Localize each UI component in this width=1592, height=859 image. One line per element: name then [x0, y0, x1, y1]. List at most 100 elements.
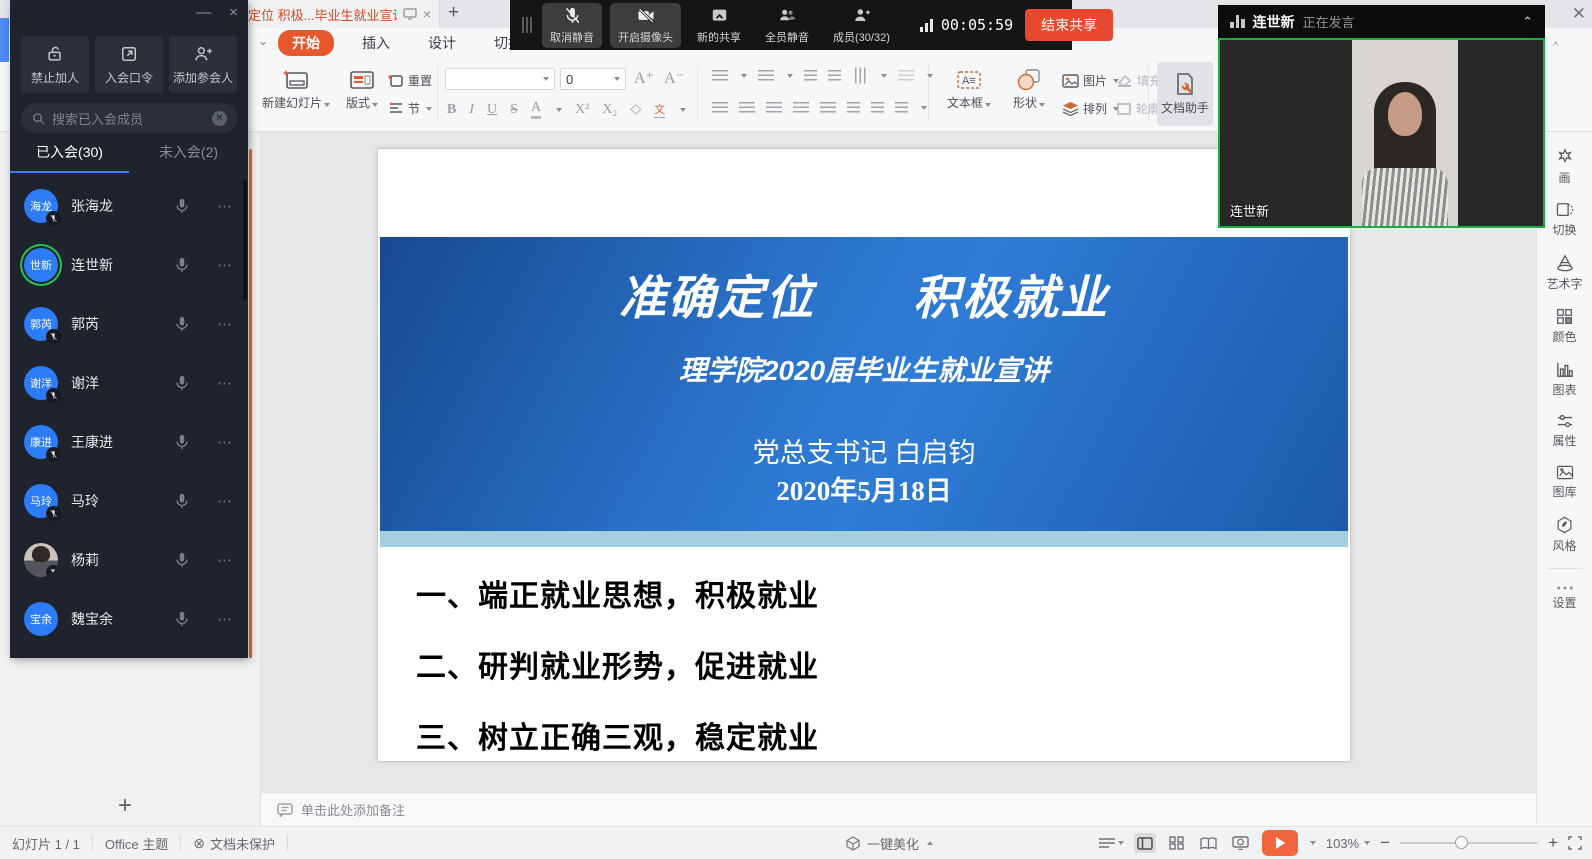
document-assistant-button[interactable]: 文档助手 — [1157, 62, 1213, 126]
participant-row[interactable]: 海龙 张海龙 ⋯ — [10, 176, 248, 235]
meeting-button-members[interactable]: 成员(30/32) — [825, 3, 898, 48]
toolbar-item-wordart[interactable]: 艺术字 — [1537, 254, 1592, 292]
clear-format-icon[interactable]: ◇ — [630, 101, 641, 118]
font-size-select[interactable]: 0 — [560, 68, 626, 90]
add-slide-button[interactable]: + — [118, 792, 132, 820]
shapes-button[interactable]: 形状 — [1006, 66, 1052, 111]
one-click-beautify-button[interactable]: 一键美化 — [845, 834, 933, 853]
more-options-icon[interactable]: ⋯ — [217, 492, 234, 510]
meeting-button-mic-muted[interactable]: 取消静音 — [542, 3, 602, 48]
new-tab-button[interactable]: + — [448, 2, 459, 24]
arrange-button[interactable]: 排列 — [1062, 100, 1119, 117]
document-tab[interactable]: 定位 积极...毕业生就业宣讲 × — [240, 0, 440, 28]
mic-icon[interactable] — [173, 551, 191, 569]
italic-button[interactable]: I — [469, 102, 474, 118]
more-options-icon[interactable]: ⋯ — [217, 610, 234, 628]
section-button[interactable]: 节 — [388, 100, 432, 117]
font-name-select[interactable] — [445, 68, 555, 90]
grow-font-button[interactable]: A⁺ — [634, 68, 654, 88]
document-tab-close-icon[interactable]: × — [423, 6, 431, 22]
ribbon-collapse-caret[interactable]: ^ — [1553, 40, 1558, 52]
slide-canvas[interactable]: 准确定位 积极就业 理学院2020届毕业生就业宣讲 党总支书记 白启钧 2020… — [377, 148, 1351, 762]
participant-row[interactable]: 宝余 魏宝余 ⋯ — [10, 589, 248, 648]
play-options-caret[interactable] — [1310, 841, 1316, 845]
speaker-video-window[interactable]: 连世新 正在发言 ⌃ 连世新 — [1218, 5, 1545, 228]
picture-button[interactable]: 图片 — [1062, 72, 1119, 89]
meeting-button-camera-off[interactable]: 开启摄像头 — [610, 3, 681, 48]
zoom-out-button[interactable]: − — [1380, 833, 1390, 853]
layout-button[interactable]: 版式 — [336, 66, 388, 111]
drag-handle-icon[interactable] — [522, 17, 532, 33]
zoom-in-button[interactable]: + — [1548, 833, 1558, 853]
end-share-button[interactable]: 结束共享 — [1025, 9, 1113, 41]
strikethrough-button[interactable]: S — [510, 102, 518, 118]
tab-not-joined[interactable]: 未入会(2) — [129, 142, 248, 173]
subscript-button[interactable]: X₂ — [602, 102, 617, 118]
video-window-header[interactable]: 连世新 正在发言 ⌃ — [1218, 5, 1545, 38]
theme-name[interactable]: Office 主题 — [105, 834, 168, 853]
superscript-button[interactable]: X² — [575, 102, 589, 118]
wps-close-icon[interactable]: ✕ — [1572, 4, 1586, 24]
zoom-slider-thumb[interactable] — [1455, 836, 1468, 849]
paragraph-icons-row1[interactable] — [712, 70, 933, 81]
mic-icon[interactable] — [173, 197, 191, 215]
mic-icon[interactable] — [173, 433, 191, 451]
play-slideshow-button[interactable] — [1262, 830, 1298, 856]
participant-row[interactable]: 康进 王康进 ⋯ — [10, 412, 248, 471]
more-options-icon[interactable]: ⋯ — [217, 315, 234, 333]
wps-home-button-sliver[interactable] — [0, 18, 9, 62]
more-options-icon[interactable]: ⋯ — [217, 551, 234, 569]
zoom-level-control[interactable]: 103% — [1326, 836, 1370, 851]
add-participant-button[interactable]: 添加参会人 — [169, 36, 237, 93]
participant-row[interactable]: 郭芮 郭芮 ⋯ — [10, 294, 248, 353]
slide-sorter-view-button[interactable] — [1166, 833, 1188, 853]
zoom-slider[interactable] — [1400, 842, 1538, 844]
reset-button[interactable]: 重置 — [388, 72, 432, 89]
bold-button[interactable]: B — [447, 102, 456, 118]
collapse-video-icon[interactable]: ⌃ — [1522, 14, 1533, 30]
participant-list-scrollbar[interactable] — [243, 180, 247, 300]
slideshow-view-button[interactable] — [1230, 833, 1252, 853]
ribbon-tab-insert[interactable]: 插入 — [352, 31, 400, 55]
forbid-join-button[interactable]: 禁止加人 — [21, 36, 89, 93]
search-clear-icon[interactable]: ✕ — [212, 111, 227, 126]
new-slide-button[interactable]: 新建幻灯片 — [258, 66, 334, 111]
font-color-button[interactable]: A — [531, 100, 541, 119]
panel-minimize-icon[interactable]: — — [196, 4, 211, 21]
meeting-button-share-screen[interactable]: 新的共享 — [689, 3, 749, 48]
notes-bar[interactable]: 单击此处添加备注 — [261, 792, 1536, 826]
reading-view-button[interactable] — [1198, 833, 1220, 853]
panel-close-icon[interactable]: × — [229, 4, 238, 21]
mic-icon[interactable] — [173, 610, 191, 628]
fit-to-window-icon[interactable] — [1568, 836, 1582, 850]
toolbar-item-sliders[interactable]: 属性 — [1537, 414, 1592, 449]
more-options-icon[interactable]: ⋯ — [217, 374, 234, 392]
notes-toggle-icon[interactable] — [1098, 837, 1124, 849]
ribbon-tab-design[interactable]: 设计 — [418, 31, 466, 55]
ribbon-more-icon[interactable]: ⌄ — [258, 34, 268, 48]
mic-icon[interactable] — [173, 256, 191, 274]
ribbon-tab-home[interactable]: 开始 — [278, 30, 334, 56]
participant-search-input[interactable]: 搜索已入会成员 ✕ — [21, 103, 237, 133]
pinyin-guide-button[interactable]: 文 — [654, 101, 665, 118]
protection-status[interactable]: 文档未保护 — [210, 834, 275, 853]
toolbar-item-color-grid[interactable]: 颜色 — [1537, 308, 1592, 345]
participant-row[interactable]: 马玲 马玲 ⋯ — [10, 471, 248, 530]
meeting-button-mute-all[interactable]: 全员静音 — [757, 3, 817, 48]
mic-icon[interactable] — [173, 374, 191, 392]
participant-row[interactable]: 世新 连世新 ⋯ — [10, 235, 248, 294]
toolbar-item-style[interactable]: 风格 — [1537, 516, 1592, 554]
more-options-icon[interactable]: ⋯ — [217, 256, 234, 274]
more-options-icon[interactable]: ⋯ — [217, 433, 234, 451]
shrink-font-button[interactable]: A⁻ — [664, 68, 684, 88]
toolbar-item-dots[interactable]: 设置 — [1537, 585, 1592, 611]
toolbar-item-chart[interactable]: 图表 — [1537, 361, 1592, 398]
participant-row[interactable]: 杨莉 ⋯ — [10, 530, 248, 589]
mic-icon[interactable] — [173, 315, 191, 333]
mic-icon[interactable] — [173, 492, 191, 510]
toolbar-item-star[interactable]: 画 — [1537, 148, 1592, 186]
toolbar-item-transition[interactable]: 切换 — [1537, 202, 1592, 238]
paragraph-icons-row2[interactable] — [712, 102, 927, 113]
participant-row[interactable]: 谢洋 谢洋 ⋯ — [10, 353, 248, 412]
textbox-button[interactable]: A≡ 文本框 — [938, 66, 1000, 111]
